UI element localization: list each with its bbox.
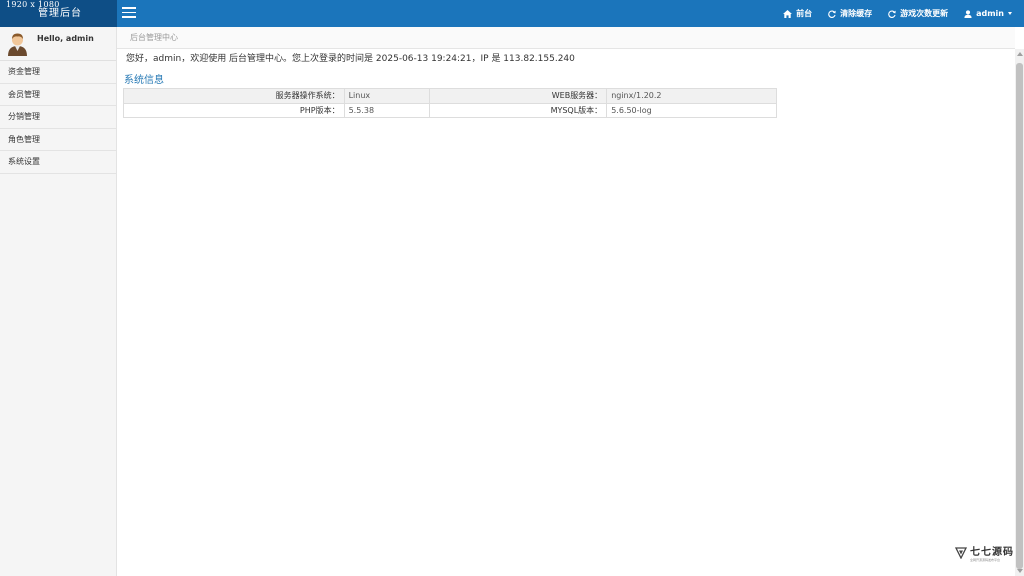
watermark-icon [955, 546, 967, 559]
sidebar-item-roles[interactable]: 角色管理 [0, 129, 116, 151]
scroll-down-icon[interactable] [1016, 569, 1023, 573]
watermark-text: 七七源码 [970, 547, 1014, 558]
menu-icon[interactable] [122, 7, 136, 19]
web-server-label: WEB服务器： [429, 88, 608, 104]
scroll-thumb[interactable] [1016, 63, 1023, 569]
mysql-version-value: 5.6.50-log [606, 102, 777, 118]
user-panel: Hello, admin [0, 27, 116, 61]
os-value: Linux [343, 88, 431, 104]
user-menu[interactable]: admin [964, 9, 1012, 18]
scroll-up-icon[interactable] [1016, 52, 1023, 56]
web-server-value: nginx/1.20.2 [606, 88, 777, 104]
watermark-subtext: 全网开源源码发布平台 [970, 558, 1001, 562]
breadcrumb[interactable]: 后台管理中心 [117, 27, 1015, 49]
top-navbar: 1920 x 1080 管理后台 前台 清除缓存 游戏次数更新 admin [0, 0, 1024, 27]
sidebar-item-members[interactable]: 会员管理 [0, 84, 116, 106]
clear-cache-link[interactable]: 清除缓存 [828, 8, 872, 19]
system-info-table: 服务器操作系统： Linux WEB服务器： nginx/1.20.2 PHP版… [123, 88, 777, 118]
home-icon [783, 9, 793, 18]
game-update-label: 游戏次数更新 [900, 9, 949, 18]
sidebar-item-distribution[interactable]: 分销管理 [0, 106, 116, 129]
hello-text: Hello, admin [37, 34, 94, 43]
php-version-value: 5.5.38 [343, 102, 431, 118]
table-row: 服务器操作系统： Linux WEB服务器： nginx/1.20.2 [123, 88, 777, 104]
user-menu-label: admin [976, 9, 1004, 18]
section-title: 系统信息 [124, 75, 164, 86]
home-link[interactable]: 前台 [783, 8, 812, 19]
vertical-scrollbar[interactable] [1015, 49, 1024, 576]
home-link-label: 前台 [796, 9, 813, 18]
clear-cache-label: 清除缓存 [840, 9, 873, 18]
table-row: PHP版本： 5.5.38 MYSQL版本： 5.6.50-log [123, 102, 777, 118]
avatar [8, 33, 27, 56]
brand-logo[interactable]: 1920 x 1080 管理后台 [0, 0, 117, 27]
watermark-logo: 七七源码 全网开源源码发布平台 [955, 543, 1014, 562]
os-label: 服务器操作系统： [123, 88, 345, 104]
refresh-icon [828, 10, 836, 18]
refresh-icon [888, 10, 896, 18]
sidebar-item-finance[interactable]: 资金管理 [0, 61, 116, 84]
sidebar-item-settings[interactable]: 系统设置 [0, 151, 116, 174]
mysql-version-label: MYSQL版本： [429, 102, 608, 118]
top-nav-links: 前台 清除缓存 游戏次数更新 admin [767, 0, 1012, 27]
welcome-text: 您好，admin，欢迎使用 后台管理中心。您上次登录的时间是 2025-06-1… [126, 54, 575, 64]
php-version-label: PHP版本： [123, 102, 345, 118]
game-update-link[interactable]: 游戏次数更新 [888, 8, 948, 19]
brand-name: 管理后台 [38, 8, 82, 19]
main-content: 后台管理中心 您好，admin，欢迎使用 后台管理中心。您上次登录的时间是 20… [117, 27, 1015, 572]
sidebar: Hello, admin 资金管理 会员管理 分销管理 角色管理 系统设置 [0, 27, 117, 576]
caret-down-icon [1008, 12, 1012, 15]
user-icon [964, 9, 972, 18]
